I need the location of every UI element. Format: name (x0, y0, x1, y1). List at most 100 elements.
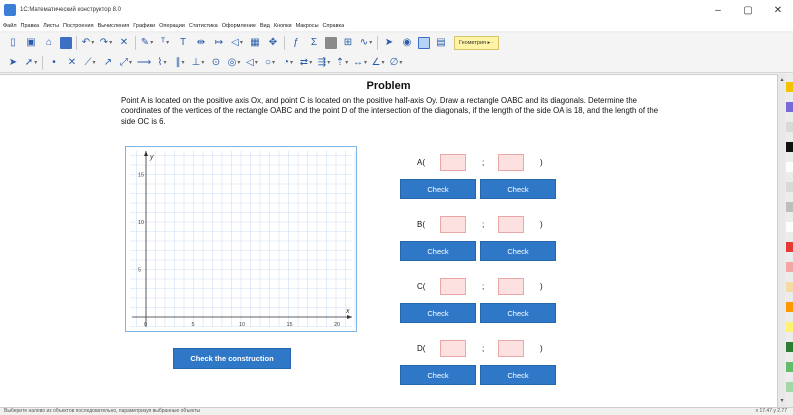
menu-calculations[interactable]: Вычисления (98, 23, 130, 29)
color-swatch[interactable] (786, 202, 793, 212)
line-icon[interactable]: ⤢ (119, 56, 133, 70)
highlight-icon[interactable] (418, 37, 430, 49)
eye-icon[interactable]: ◉ (400, 36, 414, 50)
point-d-x-input[interactable] (440, 340, 466, 357)
move-icon[interactable]: ✥ (266, 36, 280, 50)
point-b-x-input[interactable] (440, 216, 466, 233)
menu-macros[interactable]: Макросы (296, 23, 319, 29)
check-construction-button[interactable]: Check the construction (173, 348, 291, 369)
save-icon[interactable] (60, 37, 72, 49)
locus-icon[interactable]: ⇡ (335, 56, 349, 70)
color-swatch[interactable] (786, 102, 793, 112)
menu-statistics[interactable]: Статистика (189, 23, 218, 29)
color-swatch[interactable] (786, 282, 793, 292)
redo-icon[interactable]: ↷ (99, 36, 113, 50)
empty-set-icon[interactable]: ∅ (389, 56, 403, 70)
menu-view[interactable]: Вид (260, 23, 270, 29)
menu-help[interactable]: Справка (323, 23, 345, 29)
transform-icon[interactable]: ⇶ (317, 56, 331, 70)
color-swatch[interactable] (786, 302, 793, 312)
color-swatch[interactable] (786, 362, 793, 372)
symmetry-icon[interactable]: ⇄ (299, 56, 313, 70)
ruler-icon[interactable]: ⇹ (194, 36, 208, 50)
check-a-x-button[interactable]: Check (400, 179, 476, 199)
circle-icon[interactable]: ⊙ (209, 56, 223, 70)
intersection-icon[interactable]: ✕ (65, 56, 79, 70)
formula-icon[interactable]: Σ (307, 36, 321, 50)
color-swatch[interactable] (786, 342, 793, 352)
check-a-y-button[interactable]: Check (480, 179, 556, 199)
check-b-x-button[interactable]: Check (400, 241, 476, 261)
color-swatch[interactable] (786, 182, 793, 192)
menu-sheets[interactable]: Листы (43, 23, 59, 29)
color-swatch[interactable] (786, 262, 793, 272)
point-icon[interactable]: • (47, 56, 61, 70)
folder-icon[interactable]: ⌂ (42, 36, 56, 50)
perpendicular-icon[interactable]: ⊥ (191, 56, 205, 70)
angle-icon[interactable]: ∠ (371, 56, 385, 70)
angle-mark-icon[interactable]: ◁ (230, 36, 244, 50)
table-icon[interactable]: ▦ (248, 36, 262, 50)
note-icon[interactable]: ▤ (434, 36, 448, 50)
parallel-line-icon[interactable]: ∥ (173, 56, 187, 70)
undo-icon[interactable]: ↶ (81, 36, 95, 50)
point-a-x-input[interactable] (440, 154, 466, 171)
maximize-button[interactable]: ▢ (733, 0, 763, 20)
color-swatch[interactable] (786, 382, 793, 392)
close-button[interactable]: ✕ (763, 0, 793, 20)
color-swatch[interactable] (786, 222, 793, 232)
select-arrow-icon[interactable]: ➤ (6, 56, 20, 70)
menu-edit[interactable]: Правка (21, 23, 40, 29)
check-c-x-button[interactable]: Check (400, 303, 476, 323)
geometry-mode-button[interactable]: Геометрия ▸ · (454, 36, 499, 50)
color-swatch[interactable] (786, 322, 793, 332)
grid-icon[interactable]: ⊞ (341, 36, 355, 50)
delete-icon[interactable]: ✕ (117, 36, 131, 50)
color-swatch[interactable] (786, 242, 793, 252)
expression-icon[interactable]: ƒ (289, 36, 303, 50)
vertical-scrollbar[interactable]: ▴ ▾ (777, 74, 785, 407)
point-d-y-input[interactable] (498, 340, 524, 357)
circle-three-points-icon[interactable]: ◎ (227, 56, 241, 70)
circle-tangent-icon[interactable]: ○ (263, 56, 277, 70)
text-format-icon[interactable]: ᵀ (158, 36, 172, 50)
pointer-icon[interactable]: ➤ (382, 36, 396, 50)
panel-icon[interactable] (325, 37, 337, 49)
point-a-y-input[interactable] (498, 154, 524, 171)
worksheet-canvas[interactable]: Problem Point A is located on the positi… (0, 74, 777, 407)
arc-icon[interactable]: ◔ (281, 56, 295, 70)
color-swatch[interactable] (786, 82, 793, 92)
pen-icon[interactable]: ✎ (140, 36, 154, 50)
menu-formatting[interactable]: Оформление (222, 23, 256, 29)
function-graph-icon[interactable]: ∿ (359, 36, 373, 50)
check-d-y-button[interactable]: Check (480, 365, 556, 385)
color-swatch[interactable] (786, 162, 793, 172)
open-file-icon[interactable]: ▣ (24, 36, 38, 50)
menu-constructions[interactable]: Построения (63, 23, 94, 29)
text-box-icon[interactable]: T (176, 36, 190, 50)
point-c-x-input[interactable] (440, 278, 466, 295)
check-b-y-button[interactable]: Check (480, 241, 556, 261)
select-point-icon[interactable]: ➚ (24, 56, 38, 70)
minimize-button[interactable]: – (703, 0, 733, 20)
coordinate-grid[interactable]: x y 0 5 10 15 20 5 10 15 (126, 147, 358, 333)
polygon-icon[interactable]: ◁ (245, 56, 259, 70)
color-swatch[interactable] (786, 142, 793, 152)
arrow-line-icon[interactable]: ↦ (212, 36, 226, 50)
menu-file[interactable]: Файл (3, 23, 17, 29)
ray-icon[interactable]: ↗ (101, 56, 115, 70)
vector-icon[interactable]: ⟶ (137, 56, 151, 70)
segment-icon[interactable]: ⟋ (83, 56, 97, 70)
broken-line-icon[interactable]: ⌇ (155, 56, 169, 70)
new-file-icon[interactable]: ▯ (6, 36, 20, 50)
menu-operations[interactable]: Операции (159, 23, 185, 29)
check-d-x-button[interactable]: Check (400, 365, 476, 385)
menu-buttons[interactable]: Кнопки (274, 23, 292, 29)
point-c-y-input[interactable] (498, 278, 524, 295)
check-c-y-button[interactable]: Check (480, 303, 556, 323)
color-swatch[interactable] (786, 122, 793, 132)
coordinate-plane[interactable]: x y 0 5 10 15 20 5 10 15 (125, 146, 357, 332)
point-b-y-input[interactable] (498, 216, 524, 233)
menu-graphs[interactable]: Графики (133, 23, 155, 29)
measure-length-icon[interactable]: ↔ (353, 56, 367, 70)
